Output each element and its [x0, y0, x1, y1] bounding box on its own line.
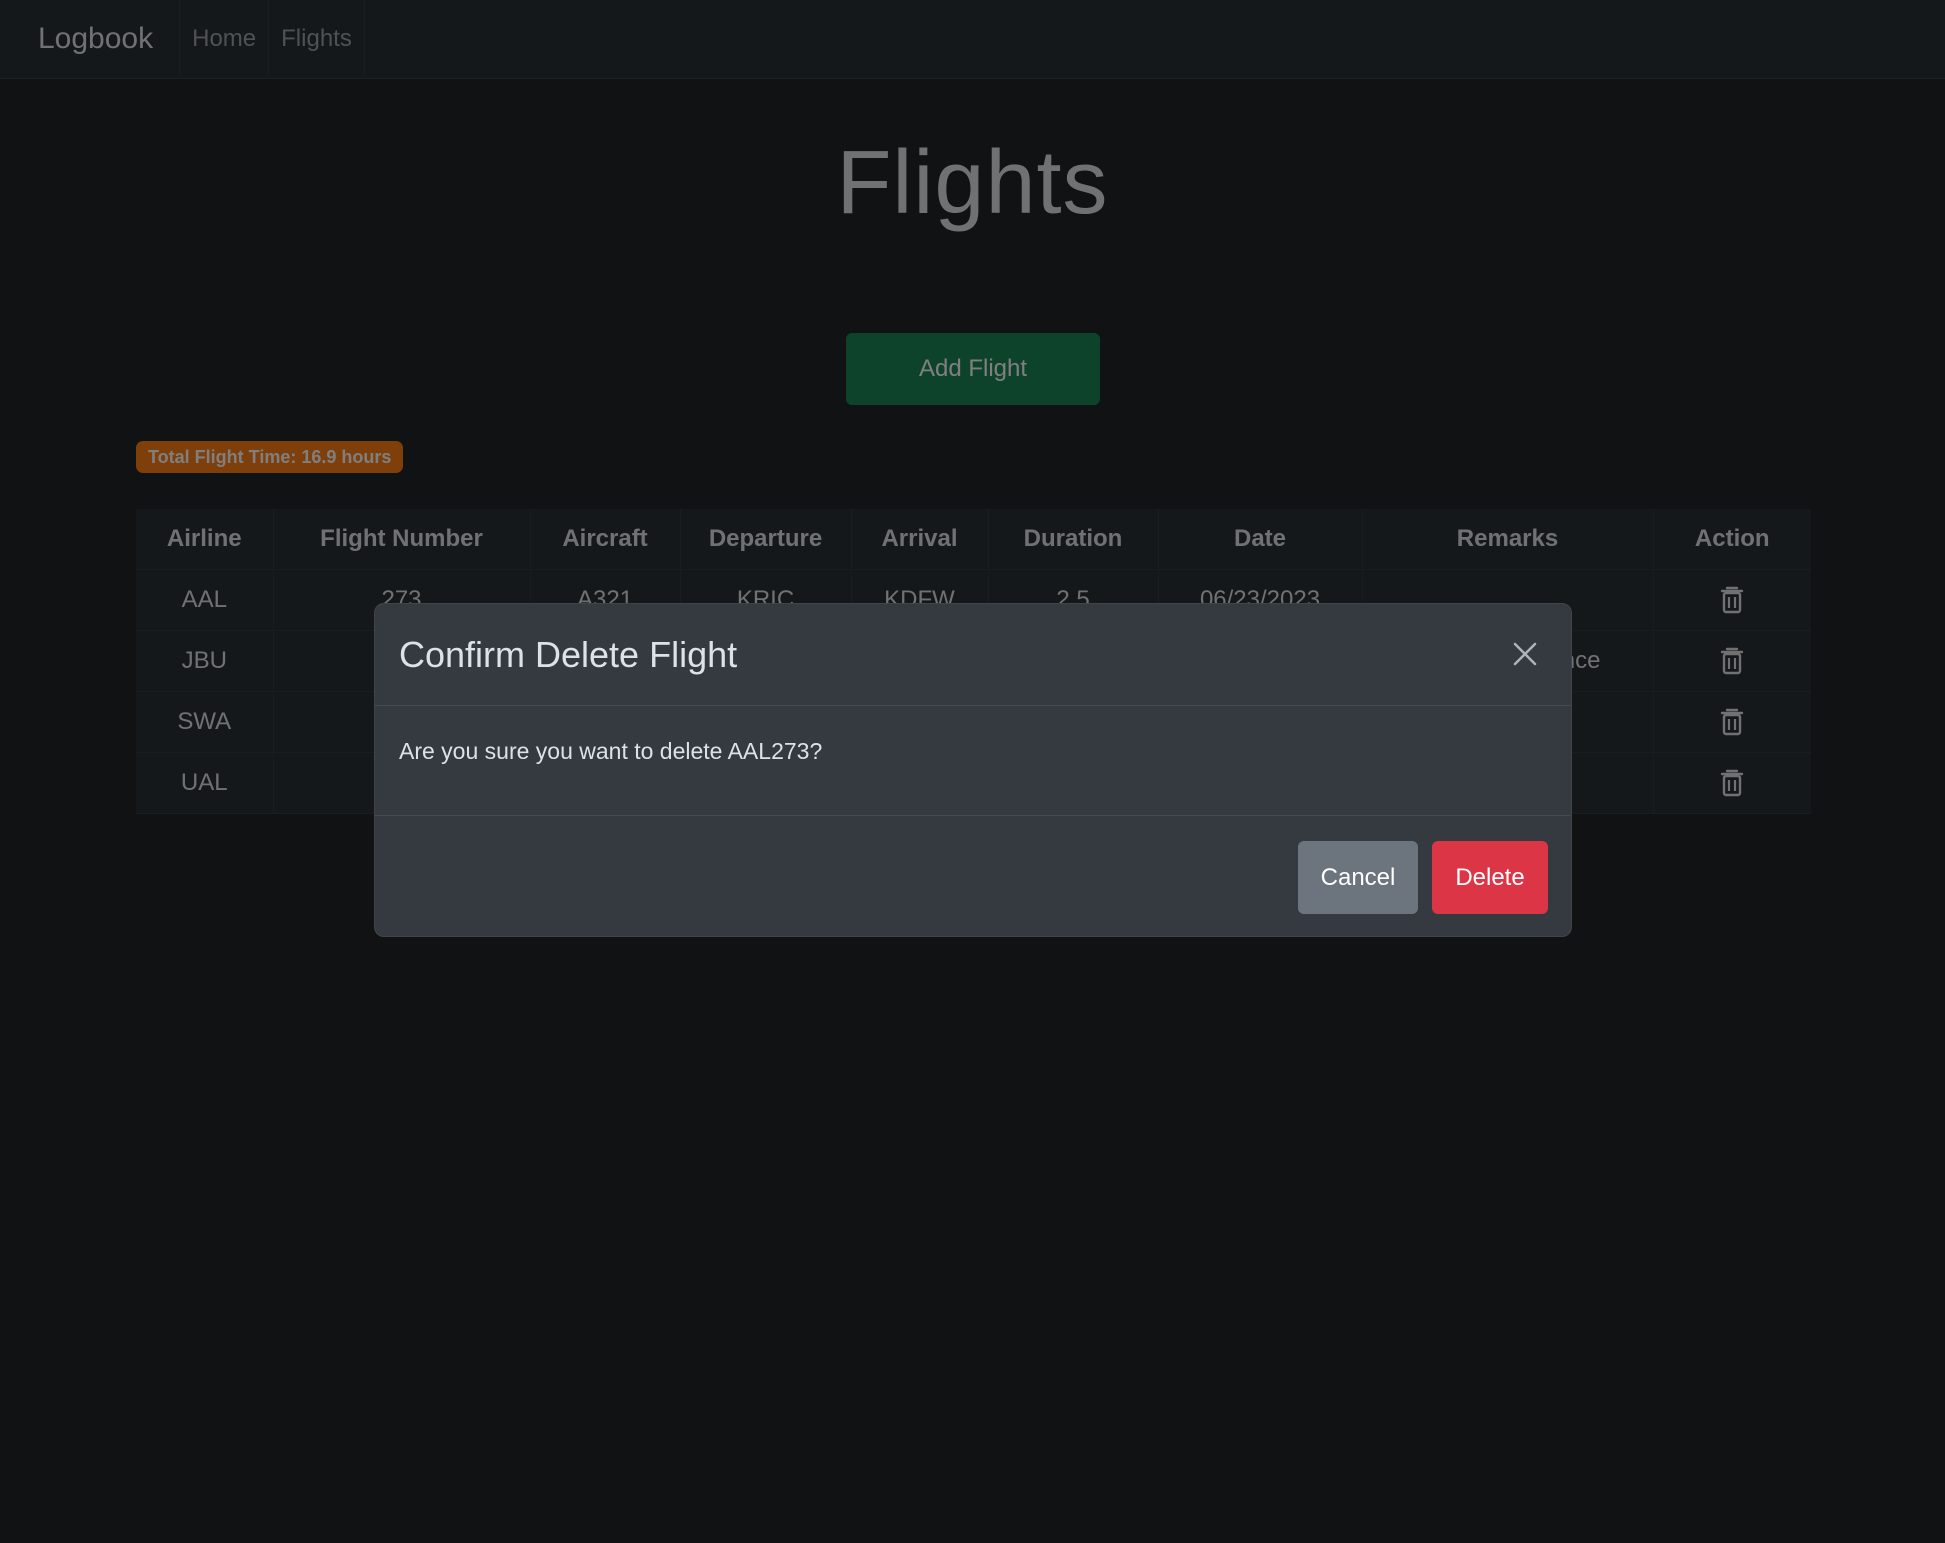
modal-header: Confirm Delete Flight [375, 604, 1571, 706]
close-button[interactable] [1509, 638, 1541, 670]
delete-button[interactable]: Delete [1432, 841, 1548, 914]
cancel-button[interactable]: Cancel [1298, 841, 1418, 914]
modal-title: Confirm Delete Flight [399, 634, 738, 675]
modal-footer: Cancel Delete [375, 816, 1571, 936]
confirm-delete-modal: Confirm Delete Flight Are you sure you w… [374, 603, 1572, 937]
close-icon [1513, 642, 1537, 666]
modal-body: Are you sure you want to delete AAL273? [375, 706, 1571, 816]
modal-message: Are you sure you want to delete AAL273? [399, 738, 823, 764]
